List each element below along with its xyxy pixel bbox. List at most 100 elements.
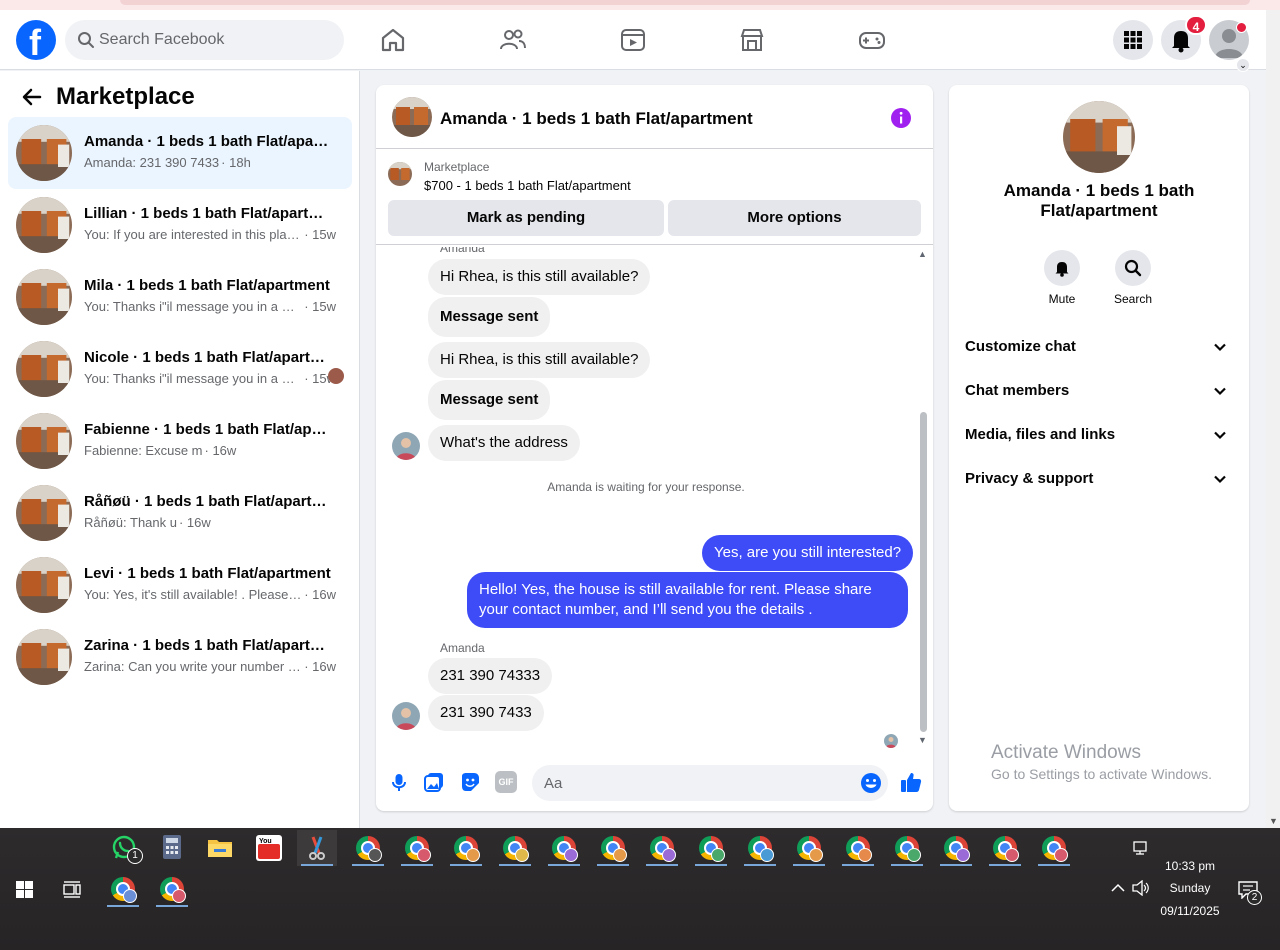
microphone-icon[interactable] [388, 771, 410, 793]
message-input[interactable] [544, 765, 844, 801]
chrome-taskbar-icon[interactable] [544, 830, 584, 866]
chrome-taskbar-icon[interactable] [642, 830, 682, 866]
page-scrollbar[interactable]: ▼ [1266, 10, 1280, 828]
friends-icon[interactable] [498, 25, 528, 55]
network-icon[interactable] [1133, 841, 1151, 857]
sticker-icon[interactable] [459, 771, 481, 793]
chrome-taskbar-icon[interactable] [789, 830, 829, 866]
chrome-taskbar-icon[interactable] [936, 830, 976, 866]
chrome-taskbar-icon[interactable] [446, 830, 486, 866]
chat-members-section[interactable]: Chat members [965, 376, 1233, 406]
conversation-thumbnail [16, 629, 72, 685]
customize-chat-section[interactable]: Customize chat [965, 332, 1233, 362]
chrome-taskbar-icon[interactable] [103, 871, 143, 907]
search-action[interactable]: Search [1103, 250, 1163, 306]
conversation-item[interactable]: Mila · 1 beds 1 bath Flat/apartment You: … [8, 261, 352, 333]
chrome-icon [748, 836, 774, 862]
sender-avatar[interactable] [392, 432, 420, 460]
facebook-logo[interactable]: f [16, 20, 56, 63]
incoming-message[interactable]: What's the address [428, 425, 580, 461]
incoming-message[interactable]: 231 390 74333 [428, 658, 553, 694]
mute-action[interactable]: Mute [1032, 250, 1092, 306]
mute-button[interactable] [1044, 250, 1080, 286]
sender-avatar[interactable] [392, 702, 420, 730]
speaker-icon[interactable] [1132, 880, 1150, 896]
chrome-taskbar-icon[interactable] [740, 830, 780, 866]
listing-title[interactable]: $700 - 1 beds 1 bath Flat/apartment [424, 178, 631, 193]
listing-large-thumbnail[interactable] [1063, 101, 1135, 173]
youtube-taskbar-icon[interactable]: You [249, 830, 289, 866]
conversation-item[interactable]: Nicole · 1 beds 1 bath Flat/apartment You… [8, 333, 352, 405]
chat-info-panel: Amanda · 1 beds 1 bath Flat/apartment Mu… [949, 85, 1249, 811]
thumbs-up-icon[interactable] [899, 770, 923, 794]
conversation-item[interactable]: Amanda · 1 beds 1 bath Flat/apartment Ama… [8, 117, 352, 189]
chrome-taskbar-icon[interactable] [838, 830, 878, 866]
outgoing-message[interactable]: Yes, are you still interested? [702, 535, 914, 571]
privacy-support-section[interactable]: Privacy & support [965, 464, 1233, 494]
photo-icon[interactable] [423, 771, 445, 793]
chrome-taskbar-icon[interactable] [397, 830, 437, 866]
clock-date[interactable]: 09/11/2025 [1155, 904, 1225, 918]
message-input-box[interactable] [532, 765, 888, 801]
media-files-section[interactable]: Media, files and links [965, 420, 1233, 450]
incoming-message[interactable]: Message sent [428, 380, 551, 420]
chrome-taskbar-icon[interactable] [691, 830, 731, 866]
marketplace-icon[interactable] [737, 25, 767, 55]
start-button[interactable] [4, 871, 44, 907]
task-view-button[interactable] [52, 871, 92, 907]
message-scrollbar[interactable]: ▲ ▼ [917, 247, 929, 751]
clock-day[interactable]: Sunday [1160, 881, 1220, 895]
conversation-item[interactable]: Levi · 1 beds 1 bath Flat/apartment You: … [8, 549, 352, 621]
conversation-item[interactable]: Råñøü · 1 beds 1 bath Flat/apartment Råñø… [8, 477, 352, 549]
conversation-item[interactable]: Fabienne · 1 beds 1 bath Flat/apartment F… [8, 405, 352, 477]
chrome-icon [552, 836, 578, 862]
more-options-button[interactable]: More options [668, 200, 921, 236]
snipping-tool-taskbar-icon[interactable] [297, 830, 337, 866]
kitchen-photo [388, 162, 412, 186]
chrome-taskbar-icon[interactable] [495, 830, 535, 866]
section-label: Customize chat [965, 338, 1076, 355]
scrollbar-thumb[interactable] [920, 412, 927, 732]
chrome-taskbar-icon[interactable] [985, 830, 1025, 866]
chrome-taskbar-icon[interactable] [1034, 830, 1074, 866]
emoji-icon[interactable] [860, 772, 882, 794]
read-receipt-avatar [884, 734, 898, 748]
listing-thumbnail[interactable] [388, 162, 412, 186]
mark-pending-button[interactable]: Mark as pending [388, 200, 664, 236]
chrome-taskbar-icon[interactable] [887, 830, 927, 866]
chrome-taskbar-icon[interactable] [348, 830, 388, 866]
chrome-taskbar-icon[interactable] [593, 830, 633, 866]
clock-time[interactable]: 10:33 pm [1160, 859, 1220, 873]
outgoing-message[interactable]: Hello! Yes, the house is still available… [467, 572, 908, 628]
gaming-icon[interactable] [857, 25, 887, 55]
chevron-down-icon[interactable]: ⌄ [1236, 58, 1250, 72]
conversation-thumbnail [16, 197, 72, 253]
scroll-down-arrow[interactable]: ▼ [1269, 816, 1278, 826]
incoming-message[interactable]: Hi Rhea, is this still available? [428, 259, 651, 295]
browser-tab[interactable] [120, 0, 1250, 5]
video-icon[interactable] [618, 25, 648, 55]
seen-avatar [328, 368, 344, 384]
chrome-taskbar-icon[interactable] [152, 871, 192, 907]
incoming-message[interactable]: 231 390 7433 [428, 695, 544, 731]
menu-button[interactable] [1113, 20, 1153, 60]
back-arrow-icon[interactable] [20, 85, 44, 109]
scroll-up-arrow[interactable]: ▲ [918, 249, 927, 259]
incoming-message[interactable]: Hi Rhea, is this still available? [428, 342, 651, 378]
conversation-item[interactable]: Zarina · 1 beds 1 bath Flat/apartment Zar… [8, 621, 352, 693]
gif-icon[interactable]: GIF [495, 771, 517, 793]
info-icon[interactable] [890, 107, 912, 129]
search-box[interactable] [65, 20, 344, 60]
file-explorer-taskbar-icon[interactable] [200, 830, 240, 866]
scroll-down-arrow[interactable]: ▼ [918, 735, 927, 745]
home-icon[interactable] [378, 25, 408, 55]
conversation-name: Lillian · 1 beds 1 bath Flat/apartment [84, 205, 334, 222]
conversation-item[interactable]: Lillian · 1 beds 1 bath Flat/apartment Yo… [8, 189, 352, 261]
search-input[interactable] [99, 20, 329, 60]
search-in-chat-button[interactable] [1115, 250, 1151, 286]
chevron-up-icon[interactable] [1111, 883, 1125, 893]
incoming-message[interactable]: Message sent [428, 297, 551, 337]
chat-thumbnail[interactable] [392, 97, 432, 137]
whatsapp-taskbar-icon[interactable]: 1 [104, 830, 144, 866]
calculator-taskbar-icon[interactable] [152, 830, 192, 866]
